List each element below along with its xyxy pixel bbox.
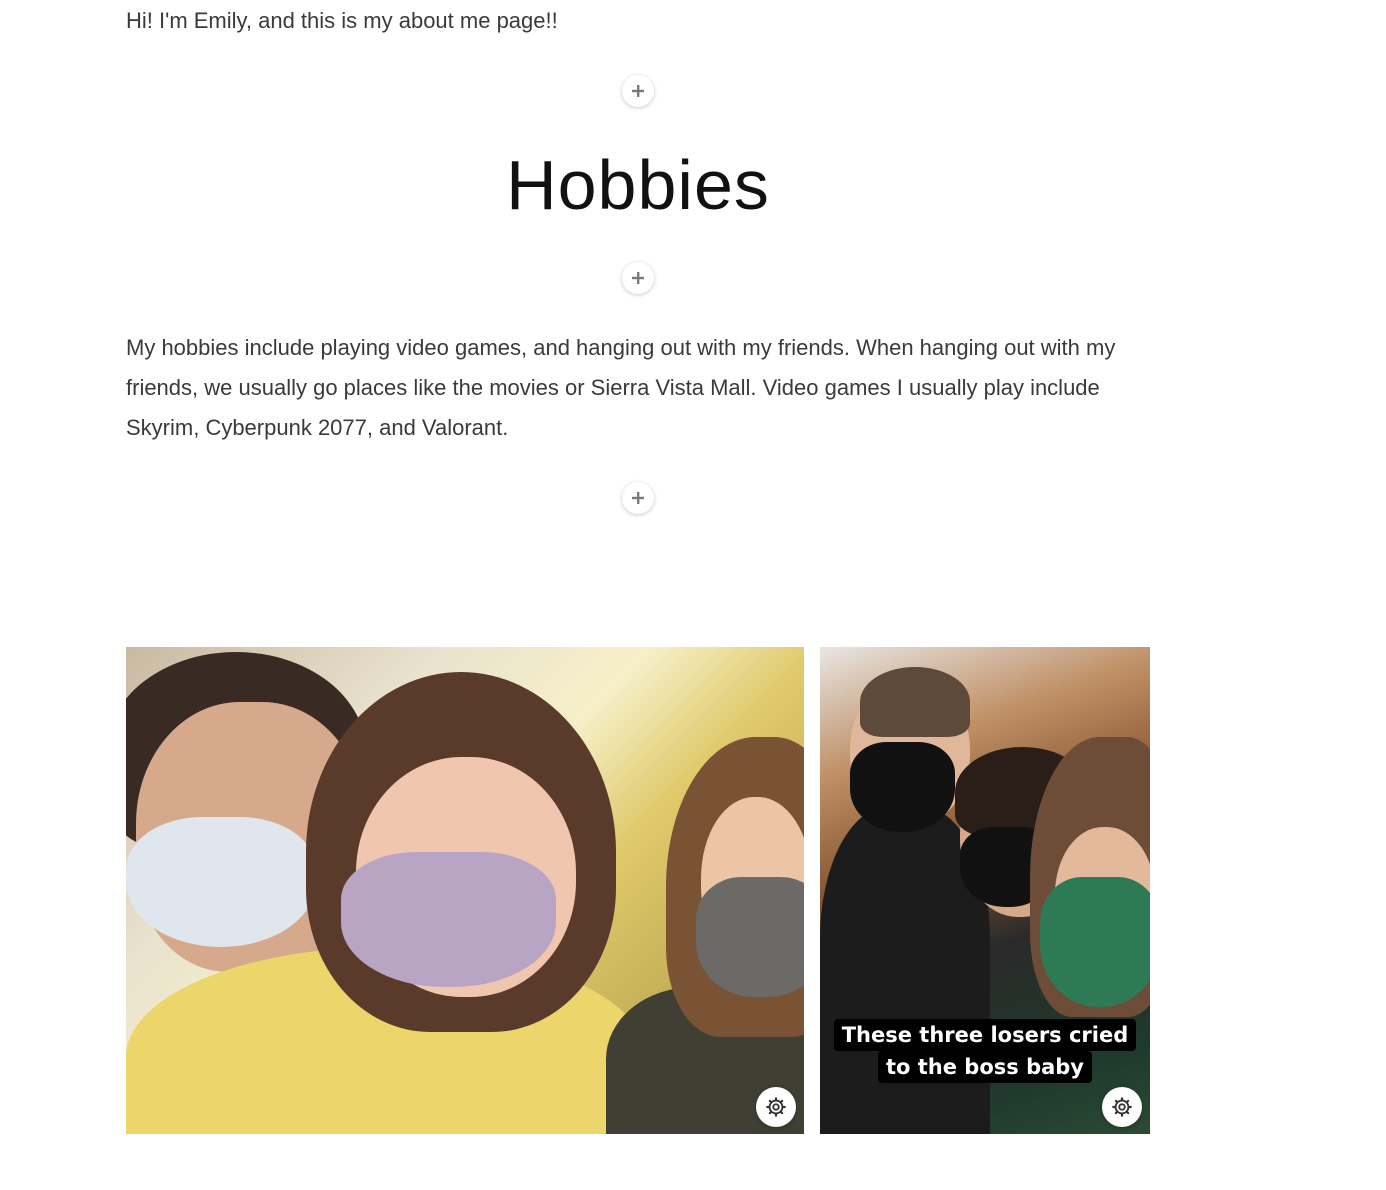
about-me-page: Hi! I'm Emily, and this is my about me p… (0, 0, 1386, 1190)
gallery-photo-friends-selfie[interactable] (126, 647, 804, 1134)
photo-caption: These three losers cried to the boss bab… (820, 1019, 1150, 1083)
hobbies-text: My hobbies include playing video games, … (126, 335, 1116, 440)
plus-icon (632, 272, 644, 284)
add-section-button[interactable] (622, 482, 654, 514)
photo-settings-button[interactable] (756, 1087, 796, 1127)
add-section-button[interactable] (622, 75, 654, 107)
add-section-button[interactable] (622, 262, 654, 294)
gear-icon (1112, 1097, 1132, 1117)
photo-caption-line: These three losers cried (833, 1019, 1137, 1051)
plus-icon (632, 492, 644, 504)
intro-text: Hi! I'm Emily, and this is my about me p… (126, 8, 558, 33)
gear-icon (766, 1097, 786, 1117)
gallery-photo-movie-selfie[interactable]: These three losers cried to the boss bab… (820, 647, 1150, 1134)
photo-settings-button[interactable] (1102, 1087, 1142, 1127)
plus-icon (632, 85, 644, 97)
hobbies-heading: Hobbies (506, 146, 770, 224)
photo-caption-line: to the boss baby (877, 1051, 1092, 1083)
